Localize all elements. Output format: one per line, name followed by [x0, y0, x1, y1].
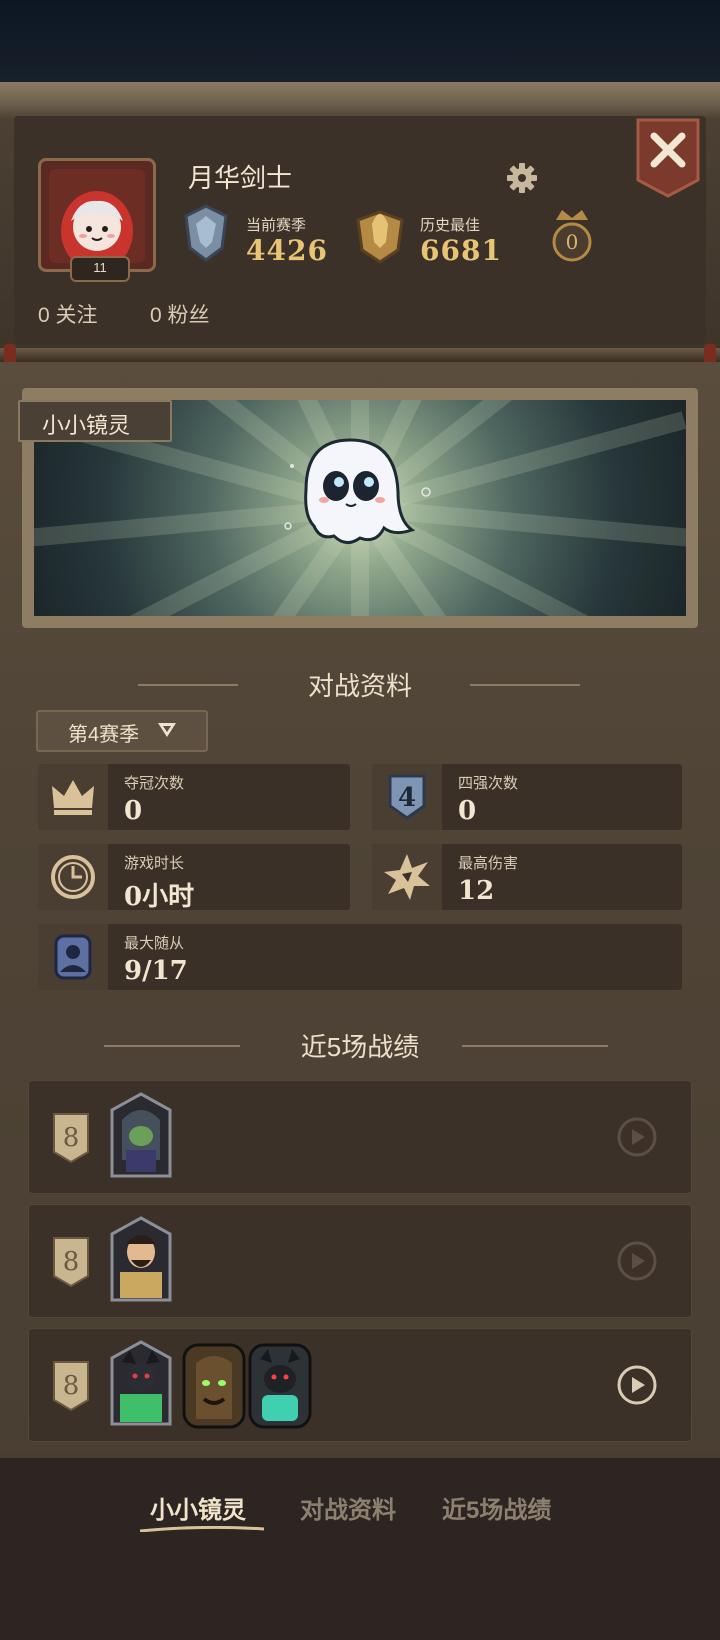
replay-icon[interactable]	[614, 1238, 660, 1284]
close-button[interactable]	[636, 118, 700, 198]
stat-value: 12	[458, 876, 495, 906]
stat-label: 四强次数	[458, 775, 519, 792]
fans-label: 粉丝	[167, 304, 210, 327]
follow-stat[interactable]: 0 关注	[38, 299, 98, 329]
replay-icon[interactable]	[614, 1114, 660, 1160]
treant-minion-icon	[182, 1343, 246, 1429]
crown-count: 0	[565, 230, 579, 254]
scroll-rod	[0, 348, 720, 362]
history-best-value: 6681	[420, 234, 502, 267]
top4-icon: 4	[372, 764, 442, 830]
svg-text:4: 4	[398, 783, 416, 813]
avatar[interactable]	[38, 158, 156, 272]
placement-badge: 8	[53, 1113, 89, 1164]
stat-value: 0	[458, 796, 477, 826]
stat-card-max-minions: 最大随从 9/17	[38, 924, 682, 990]
current-season-label: 当前赛季	[246, 217, 307, 234]
follow-count: 0	[38, 304, 50, 327]
stat-card-championships: 夺冠次数 0	[38, 764, 350, 830]
match-row[interactable]: 8	[28, 1204, 692, 1318]
demon-hero-portrait	[110, 1340, 172, 1426]
bottom-tab-bar	[0, 1452, 720, 1640]
player-name: 月华剑士	[188, 163, 293, 193]
placement-number: 8	[63, 1247, 80, 1277]
bearded-hero-portrait	[110, 1216, 172, 1302]
current-season-rank-icon	[184, 204, 228, 262]
pet-name: 小小镜灵	[42, 413, 131, 438]
match-row[interactable]: 8	[28, 1080, 692, 1194]
tab-pet[interactable]: 小小镜灵	[150, 1490, 246, 1525]
season-selector[interactable]: 第4赛季	[36, 710, 208, 752]
stat-label: 最高伤害	[458, 855, 519, 872]
fans-count: 0	[150, 304, 162, 327]
current-season-value: 4426	[246, 234, 328, 267]
fans-stat[interactable]: 0 粉丝	[150, 299, 210, 329]
avatar-image	[49, 169, 145, 263]
active-tab-underline	[140, 1526, 264, 1532]
stat-label: 游戏时长	[124, 855, 185, 872]
placement-badge: 8	[53, 1361, 89, 1412]
tab-battle-stats[interactable]: 对战资料	[300, 1490, 396, 1525]
stat-card-max-damage: 最高伤害 12	[372, 844, 682, 910]
hooded-hero-portrait	[110, 1092, 172, 1178]
recent-section-title: 近5场战绩	[300, 1032, 420, 1062]
battle-section-header: 对战资料	[0, 664, 720, 704]
stat-value: 0小时	[124, 882, 195, 912]
crown-icon	[38, 764, 108, 830]
season-selector-label: 第4赛季	[68, 724, 140, 746]
recent-section-header: 近5场战绩	[0, 1025, 720, 1065]
clock-icon	[38, 844, 108, 910]
stat-label: 最大随从	[124, 935, 185, 952]
stat-card-top4: 4 四强次数 0	[372, 764, 682, 830]
tab-recent-matches[interactable]: 近5场战绩	[442, 1490, 551, 1525]
demon-minion-icon	[248, 1343, 312, 1429]
history-best-label: 历史最佳	[420, 217, 481, 234]
placement-badge: 8	[53, 1237, 89, 1288]
pet-name-tag: 小小镜灵	[18, 400, 172, 442]
settings-gear-icon[interactable]	[505, 161, 539, 195]
stat-card-playtime: 游戏时长 0小时	[38, 844, 350, 912]
stat-value: 9/17	[124, 956, 188, 986]
history-best-rank-icon	[356, 210, 404, 264]
match-row[interactable]: 8	[28, 1328, 692, 1442]
battle-section-title: 对战资料	[307, 671, 412, 701]
dropdown-arrow-icon	[158, 723, 176, 737]
replay-icon[interactable]	[614, 1362, 660, 1408]
minion-icon	[38, 924, 108, 990]
placement-number: 8	[63, 1123, 80, 1153]
placement-number: 8	[63, 1371, 80, 1401]
stat-value: 0	[124, 796, 143, 826]
follow-label: 关注	[55, 304, 98, 327]
stat-label: 夺冠次数	[124, 775, 185, 792]
damage-icon	[372, 844, 442, 910]
level-badge: 11	[70, 256, 130, 282]
